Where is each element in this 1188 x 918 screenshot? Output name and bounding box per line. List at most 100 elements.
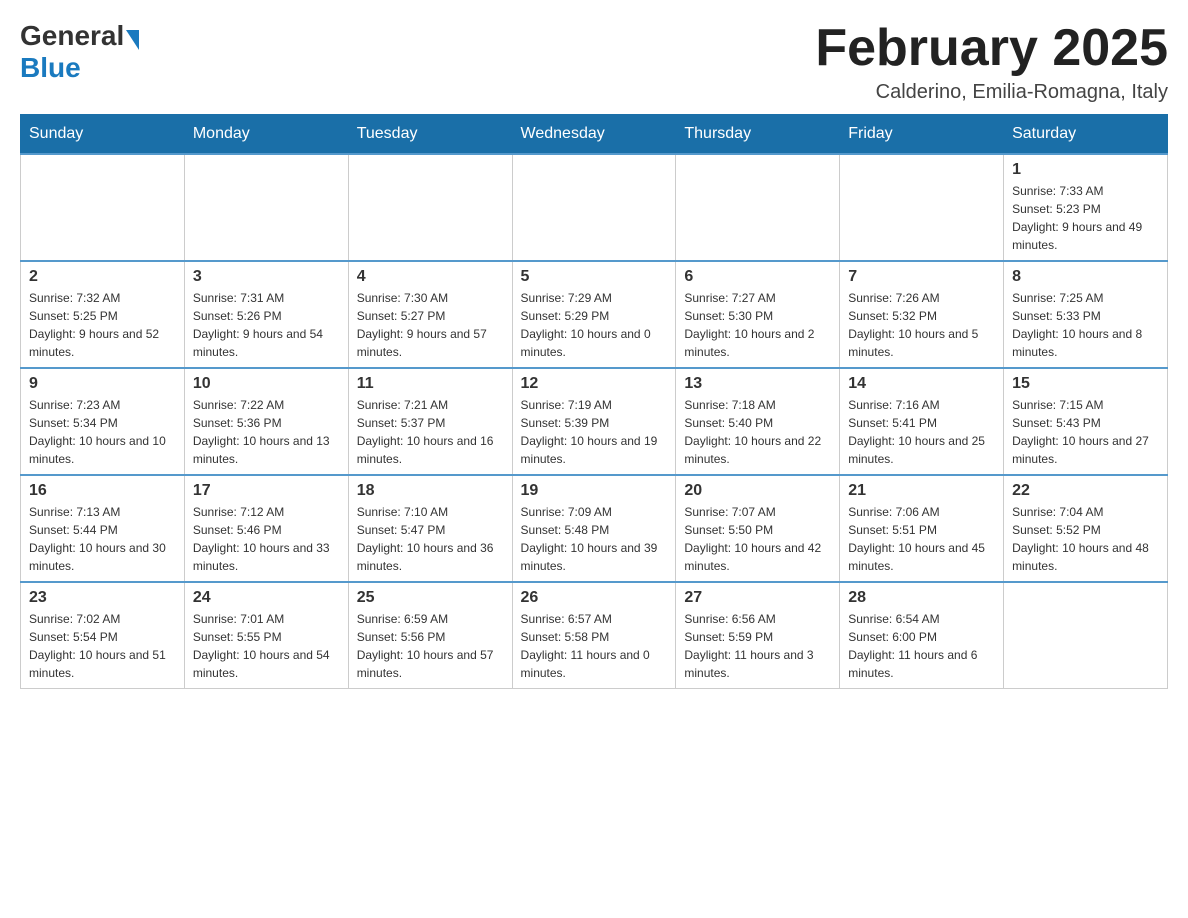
day-number: 11 (357, 375, 504, 393)
day-number: 9 (29, 375, 176, 393)
day-number: 27 (684, 589, 831, 607)
calendar-week-row: 16 Sunrise: 7:13 AM Sunset: 5:44 PM Dayli… (21, 475, 1168, 582)
day-info: Sunrise: 6:56 AM Sunset: 5:59 PM Dayligh… (684, 610, 831, 682)
day-info: Sunrise: 7:07 AM Sunset: 5:50 PM Dayligh… (684, 503, 831, 575)
day-number: 5 (521, 268, 668, 286)
day-info: Sunrise: 7:22 AM Sunset: 5:36 PM Dayligh… (193, 396, 340, 468)
calendar-day-header: Saturday (1004, 115, 1168, 155)
calendar-cell: 15 Sunrise: 7:15 AM Sunset: 5:43 PM Dayli… (1004, 368, 1168, 475)
calendar-cell: 28 Sunrise: 6:54 AM Sunset: 6:00 PM Dayli… (840, 582, 1004, 689)
day-info: Sunrise: 7:10 AM Sunset: 5:47 PM Dayligh… (357, 503, 504, 575)
day-info: Sunrise: 7:12 AM Sunset: 5:46 PM Dayligh… (193, 503, 340, 575)
calendar-week-row: 9 Sunrise: 7:23 AM Sunset: 5:34 PM Daylig… (21, 368, 1168, 475)
calendar-cell: 26 Sunrise: 6:57 AM Sunset: 5:58 PM Dayli… (512, 582, 676, 689)
logo-general-text: General (20, 20, 124, 52)
day-number: 18 (357, 482, 504, 500)
day-info: Sunrise: 7:18 AM Sunset: 5:40 PM Dayligh… (684, 396, 831, 468)
calendar-day-header: Monday (184, 115, 348, 155)
day-number: 28 (848, 589, 995, 607)
calendar-cell: 1Sunrise: 7:33 AM Sunset: 5:23 PM Daylig… (1004, 154, 1168, 261)
calendar-cell: 13 Sunrise: 7:18 AM Sunset: 5:40 PM Dayli… (676, 368, 840, 475)
calendar-cell: 9 Sunrise: 7:23 AM Sunset: 5:34 PM Daylig… (21, 368, 185, 475)
calendar-week-row: 23 Sunrise: 7:02 AM Sunset: 5:54 PM Dayli… (21, 582, 1168, 689)
calendar-cell: 17 Sunrise: 7:12 AM Sunset: 5:46 PM Dayli… (184, 475, 348, 582)
day-info: Sunrise: 7:04 AM Sunset: 5:52 PM Dayligh… (1012, 503, 1159, 575)
calendar-day-header: Sunday (21, 115, 185, 155)
calendar-cell: 12 Sunrise: 7:19 AM Sunset: 5:39 PM Dayli… (512, 368, 676, 475)
calendar-cell: 14Sunrise: 7:16 AM Sunset: 5:41 PM Dayli… (840, 368, 1004, 475)
calendar-cell: 27 Sunrise: 6:56 AM Sunset: 5:59 PM Dayli… (676, 582, 840, 689)
day-number: 15 (1012, 375, 1159, 393)
day-number: 3 (193, 268, 340, 286)
calendar-day-header: Wednesday (512, 115, 676, 155)
calendar-cell: 25Sunrise: 6:59 AM Sunset: 5:56 PM Dayli… (348, 582, 512, 689)
day-number: 6 (684, 268, 831, 286)
day-number: 4 (357, 268, 504, 286)
calendar-cell: 2 Sunrise: 7:32 AM Sunset: 5:25 PM Daylig… (21, 261, 185, 368)
day-number: 12 (521, 375, 668, 393)
day-info: Sunrise: 7:09 AM Sunset: 5:48 PM Dayligh… (521, 503, 668, 575)
month-title: February 2025 (815, 20, 1168, 77)
calendar-cell: 19 Sunrise: 7:09 AM Sunset: 5:48 PM Dayli… (512, 475, 676, 582)
calendar-cell: 18 Sunrise: 7:10 AM Sunset: 5:47 PM Dayli… (348, 475, 512, 582)
calendar-cell: 16 Sunrise: 7:13 AM Sunset: 5:44 PM Dayli… (21, 475, 185, 582)
day-info: Sunrise: 7:27 AM Sunset: 5:30 PM Dayligh… (684, 289, 831, 361)
title-section: February 2025 Calderino, Emilia-Romagna,… (815, 20, 1168, 104)
calendar-cell: 4 Sunrise: 7:30 AM Sunset: 5:27 PM Daylig… (348, 261, 512, 368)
day-number: 19 (521, 482, 668, 500)
day-info: Sunrise: 7:31 AM Sunset: 5:26 PM Dayligh… (193, 289, 340, 361)
day-info: Sunrise: 7:19 AM Sunset: 5:39 PM Dayligh… (521, 396, 668, 468)
day-number: 13 (684, 375, 831, 393)
calendar-cell (676, 154, 840, 261)
calendar-cell (184, 154, 348, 261)
day-info: Sunrise: 6:57 AM Sunset: 5:58 PM Dayligh… (521, 610, 668, 682)
calendar-cell: 23 Sunrise: 7:02 AM Sunset: 5:54 PM Dayli… (21, 582, 185, 689)
day-info: Sunrise: 7:29 AM Sunset: 5:29 PM Dayligh… (521, 289, 668, 361)
day-number: 17 (193, 482, 340, 500)
day-number: 21 (848, 482, 995, 500)
calendar-cell: 22Sunrise: 7:04 AM Sunset: 5:52 PM Dayli… (1004, 475, 1168, 582)
calendar-cell (348, 154, 512, 261)
calendar-cell: 8 Sunrise: 7:25 AM Sunset: 5:33 PM Daylig… (1004, 261, 1168, 368)
calendar-header-row: SundayMondayTuesdayWednesdayThursdayFrid… (21, 115, 1168, 155)
calendar-cell (840, 154, 1004, 261)
calendar-cell: 7 Sunrise: 7:26 AM Sunset: 5:32 PM Daylig… (840, 261, 1004, 368)
day-number: 24 (193, 589, 340, 607)
calendar-cell: 10Sunrise: 7:22 AM Sunset: 5:36 PM Dayli… (184, 368, 348, 475)
day-info: Sunrise: 7:15 AM Sunset: 5:43 PM Dayligh… (1012, 396, 1159, 468)
day-info: Sunrise: 7:32 AM Sunset: 5:25 PM Dayligh… (29, 289, 176, 361)
calendar-cell: 24 Sunrise: 7:01 AM Sunset: 5:55 PM Dayli… (184, 582, 348, 689)
calendar-cell: 20Sunrise: 7:07 AM Sunset: 5:50 PM Dayli… (676, 475, 840, 582)
day-info: Sunrise: 7:33 AM Sunset: 5:23 PM Dayligh… (1012, 182, 1159, 254)
day-info: Sunrise: 7:01 AM Sunset: 5:55 PM Dayligh… (193, 610, 340, 682)
day-info: Sunrise: 7:25 AM Sunset: 5:33 PM Dayligh… (1012, 289, 1159, 361)
day-number: 23 (29, 589, 176, 607)
location-text: Calderino, Emilia-Romagna, Italy (815, 81, 1168, 104)
calendar-day-header: Tuesday (348, 115, 512, 155)
page-header: General Blue February 2025 Calderino, Em… (20, 20, 1168, 104)
day-info: Sunrise: 7:06 AM Sunset: 5:51 PM Dayligh… (848, 503, 995, 575)
calendar-week-row: 2 Sunrise: 7:32 AM Sunset: 5:25 PM Daylig… (21, 261, 1168, 368)
calendar-cell (21, 154, 185, 261)
calendar-cell: 5 Sunrise: 7:29 AM Sunset: 5:29 PM Daylig… (512, 261, 676, 368)
day-info: Sunrise: 6:54 AM Sunset: 6:00 PM Dayligh… (848, 610, 995, 682)
calendar-cell (1004, 582, 1168, 689)
calendar-table: SundayMondayTuesdayWednesdayThursdayFrid… (20, 114, 1168, 689)
day-number: 7 (848, 268, 995, 286)
day-info: Sunrise: 7:26 AM Sunset: 5:32 PM Dayligh… (848, 289, 995, 361)
day-number: 25 (357, 589, 504, 607)
calendar-cell (512, 154, 676, 261)
day-info: Sunrise: 7:02 AM Sunset: 5:54 PM Dayligh… (29, 610, 176, 682)
calendar-cell: 6 Sunrise: 7:27 AM Sunset: 5:30 PM Daylig… (676, 261, 840, 368)
day-info: Sunrise: 7:21 AM Sunset: 5:37 PM Dayligh… (357, 396, 504, 468)
day-info: Sunrise: 7:23 AM Sunset: 5:34 PM Dayligh… (29, 396, 176, 468)
day-info: Sunrise: 7:30 AM Sunset: 5:27 PM Dayligh… (357, 289, 504, 361)
day-number: 2 (29, 268, 176, 286)
day-number: 16 (29, 482, 176, 500)
logo-triangle-icon (126, 30, 139, 50)
day-number: 8 (1012, 268, 1159, 286)
day-number: 14 (848, 375, 995, 393)
calendar-cell: 21 Sunrise: 7:06 AM Sunset: 5:51 PM Dayli… (840, 475, 1004, 582)
day-info: Sunrise: 7:13 AM Sunset: 5:44 PM Dayligh… (29, 503, 176, 575)
day-number: 26 (521, 589, 668, 607)
